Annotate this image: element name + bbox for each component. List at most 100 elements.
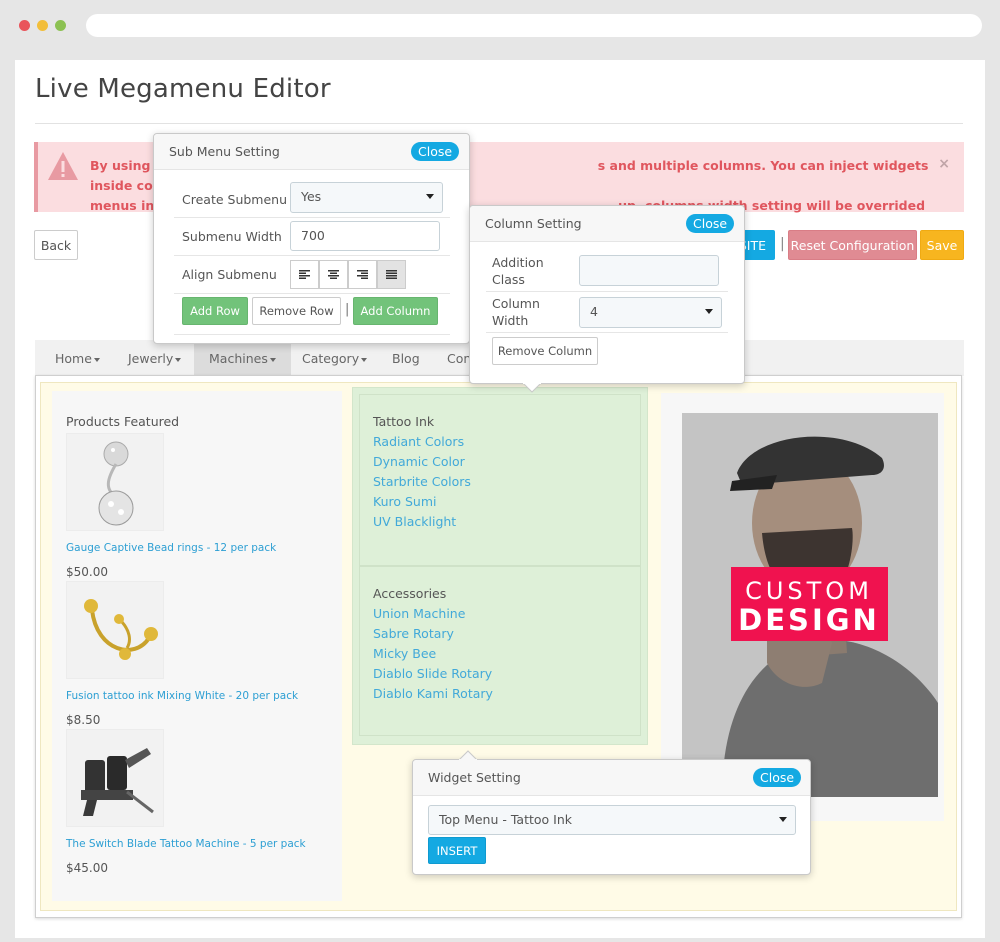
submenu-setting-popover: Sub Menu Setting Close Create Submenu Ye… <box>153 133 470 344</box>
alert-close-icon[interactable]: × <box>938 156 950 172</box>
product-name-link[interactable]: The Switch Blade Tattoo Machine - 5 per … <box>66 838 306 850</box>
create-submenu-row: Create Submenu Yes <box>174 178 450 218</box>
select-value: Top Menu - Tattoo Ink <box>439 812 572 827</box>
window-maximize-dot[interactable] <box>55 20 66 31</box>
page-title: Live Megamenu Editor <box>35 74 331 104</box>
add-column-button[interactable]: Add Column <box>353 297 438 325</box>
back-button[interactable]: Back <box>34 230 78 260</box>
caret-down-icon <box>705 309 713 314</box>
window-close-dot[interactable] <box>19 20 30 31</box>
addition-class-label: Addition Class <box>492 255 544 287</box>
link-uv-blacklight[interactable]: UV Blacklight <box>373 514 456 529</box>
menu-label: Machines <box>209 351 268 366</box>
reset-configuration-button[interactable]: Reset Configuration <box>788 230 917 260</box>
products-heading: Products Featured <box>66 414 180 429</box>
banner-column[interactable]: CUSTOM DESIGN <box>661 393 944 821</box>
banner-line1: CUSTOM <box>745 577 873 605</box>
remove-row-button[interactable]: Remove Row <box>252 297 341 325</box>
tattoo-ink-widget[interactable]: Tattoo Ink Radiant Colors Dynamic Color … <box>359 394 641 566</box>
address-bar[interactable] <box>86 14 982 37</box>
addition-class-input[interactable] <box>579 255 719 286</box>
link-radiant-colors[interactable]: Radiant Colors <box>373 434 464 449</box>
popover-divider <box>174 334 450 335</box>
product-name-link[interactable]: Fusion tattoo ink Mixing White - 20 per … <box>66 690 298 702</box>
toolbar-separator: | <box>780 236 785 252</box>
column-width-select[interactable]: 4 <box>579 297 722 328</box>
align-submenu-row: Align Submenu <box>174 256 450 294</box>
menu-label: Home <box>55 351 92 366</box>
column-setting-popover: Column Setting Close Addition Class Colu… <box>469 205 745 393</box>
menu-item-home[interactable]: Home <box>55 340 100 376</box>
tattoo-machine-icon <box>81 748 154 816</box>
remove-column-button[interactable]: Remove Column <box>492 337 598 365</box>
window-minimize-dot[interactable] <box>37 20 48 31</box>
popover-arrow <box>523 383 541 393</box>
menu-label: Jewerly <box>128 351 174 366</box>
menu-item-blog[interactable]: Blog <box>392 340 420 376</box>
align-center-icon <box>328 270 339 279</box>
link-diablo-slide-rotary[interactable]: Diablo Slide Rotary <box>373 666 492 681</box>
menu-item-machines[interactable]: Machines <box>194 340 291 376</box>
align-left-button[interactable] <box>290 260 319 289</box>
menu-item-jewerly[interactable]: Jewerly <box>128 340 182 376</box>
barbell-ring-icon <box>84 599 158 660</box>
select-value: 4 <box>590 304 598 319</box>
popover-title: Sub Menu Setting <box>169 144 280 159</box>
banner-image[interactable]: CUSTOM DESIGN <box>682 413 938 797</box>
popover-header: Column Setting Close <box>470 206 744 242</box>
submenu-width-row: Submenu Width 700 <box>174 218 450 256</box>
select-value: Yes <box>301 189 322 204</box>
caret-down-icon <box>93 357 100 362</box>
submenu-width-input[interactable]: 700 <box>290 221 440 251</box>
popover-header: Widget Setting Close <box>413 760 810 796</box>
caret-down-icon <box>175 357 182 362</box>
menu-item-category[interactable]: Category <box>302 340 368 376</box>
align-right-button[interactable] <box>348 260 377 289</box>
product-image[interactable] <box>66 581 164 679</box>
link-diablo-kami-rotary[interactable]: Diablo Kami Rotary <box>373 686 493 701</box>
link-dynamic-color[interactable]: Dynamic Color <box>373 454 465 469</box>
close-button[interactable]: Close <box>753 768 802 787</box>
belly-ring-icon <box>98 441 134 526</box>
widget-select[interactable]: Top Menu - Tattoo Ink <box>428 805 796 835</box>
align-center-button[interactable] <box>319 260 348 289</box>
popover-header: Sub Menu Setting Close <box>154 134 469 170</box>
product-price: $8.50 <box>66 713 101 727</box>
link-micky-bee[interactable]: Micky Bee <box>373 646 436 661</box>
popover-title: Column Setting <box>485 216 582 231</box>
align-left-icon <box>299 270 310 279</box>
create-submenu-select[interactable]: Yes <box>290 182 443 213</box>
add-row-button[interactable]: Add Row <box>182 297 248 325</box>
menu-item-contact[interactable]: Con <box>447 340 471 376</box>
links-column[interactable]: Tattoo Ink Radiant Colors Dynamic Color … <box>352 387 648 745</box>
warning-icon <box>48 152 78 180</box>
popover-arrow <box>459 750 477 760</box>
tattoo-ink-heading: Tattoo Ink <box>373 414 435 429</box>
accessories-widget[interactable]: Accessories Union Machine Sabre Rotary M… <box>359 566 641 736</box>
link-sabre-rotary[interactable]: Sabre Rotary <box>373 626 454 641</box>
product-image[interactable] <box>66 729 164 827</box>
insert-button[interactable]: INSERT <box>428 837 486 864</box>
column-width-label: Column Width <box>492 296 540 328</box>
product-image[interactable] <box>66 433 164 531</box>
link-kuro-sumi[interactable]: Kuro Sumi <box>373 494 437 509</box>
caret-down-icon <box>426 194 434 199</box>
submenu-width-label: Submenu Width <box>182 229 282 244</box>
link-union-machine[interactable]: Union Machine <box>373 606 465 621</box>
widget-setting-popover: Widget Setting Close Top Menu - Tattoo I… <box>412 750 811 875</box>
link-starbrite-colors[interactable]: Starbrite Colors <box>373 474 471 489</box>
caret-down-icon <box>269 357 276 362</box>
align-submenu-label: Align Submenu <box>182 267 277 282</box>
align-justify-button[interactable] <box>377 260 406 289</box>
close-button[interactable]: Close <box>411 142 460 161</box>
accessories-heading: Accessories <box>373 586 447 601</box>
browser-chrome <box>0 0 1000 52</box>
column-width-row: Column Width 4 <box>486 292 728 333</box>
product-price: $45.00 <box>66 861 108 875</box>
product-name-link[interactable]: Gauge Captive Bead rings - 12 per pack <box>66 542 276 554</box>
save-button[interactable]: Save <box>920 230 964 260</box>
caret-down-icon <box>361 357 368 362</box>
products-column[interactable]: Products Featured Gauge Captive Bead rin… <box>52 391 342 901</box>
caret-down-icon <box>779 817 787 822</box>
close-button[interactable]: Close <box>686 214 735 233</box>
